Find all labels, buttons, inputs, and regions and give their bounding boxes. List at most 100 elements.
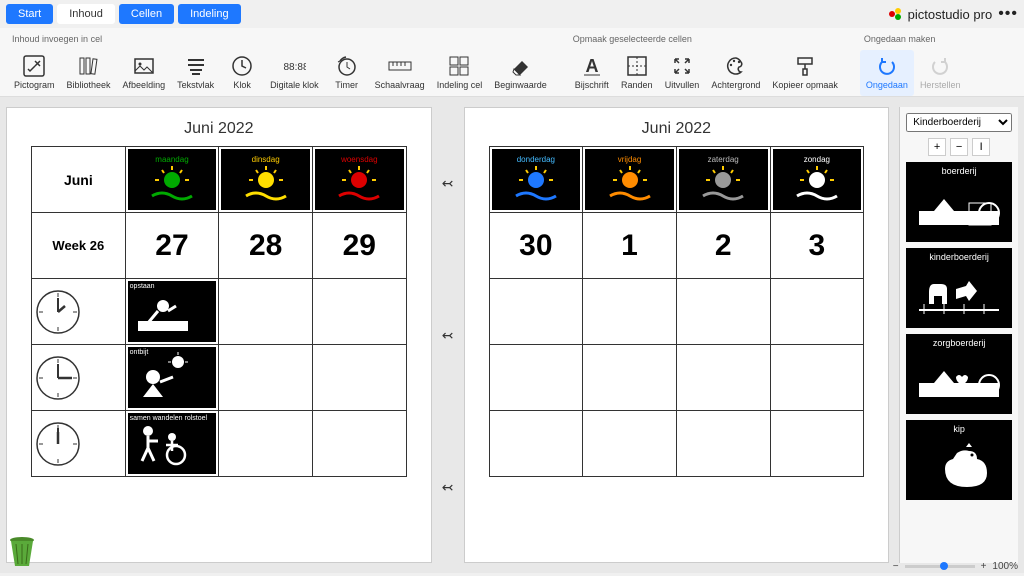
- empty-cell[interactable]: [219, 279, 313, 345]
- day-vrijdag[interactable]: vrijdag: [583, 147, 677, 213]
- empty-cell[interactable]: [312, 345, 406, 411]
- randen-button[interactable]: Randen: [615, 50, 659, 96]
- zoom-out-button[interactable]: −: [950, 138, 968, 156]
- empty-cell[interactable]: [583, 279, 677, 345]
- empty-cell[interactable]: [312, 279, 406, 345]
- ongedaan-button[interactable]: Ongedaan: [860, 50, 914, 96]
- sun-icon: [334, 164, 384, 204]
- palette-icon: [724, 54, 748, 78]
- empty-cell[interactable]: [770, 279, 864, 345]
- picto-zorgboerderij[interactable]: zorgboerderij: [906, 334, 1012, 414]
- activity-opstaan[interactable]: opstaan: [125, 279, 219, 345]
- day-dinsdag[interactable]: dinsdag: [219, 147, 313, 213]
- bibliotheek-button[interactable]: Bibliotheek: [61, 50, 117, 96]
- clock-cell-1[interactable]: [32, 279, 126, 345]
- day-woensdag[interactable]: woensdag: [312, 147, 406, 213]
- borders-icon: [625, 54, 649, 78]
- tab-start[interactable]: Start: [6, 4, 53, 24]
- expand-icon: [670, 54, 694, 78]
- date-30[interactable]: 30: [489, 213, 583, 279]
- tab-indeling[interactable]: Indeling: [178, 4, 241, 24]
- petting-zoo-icon: [910, 264, 1008, 324]
- indeling-cel-button[interactable]: Indeling cel: [431, 50, 489, 96]
- klok-button[interactable]: Klok: [220, 50, 264, 96]
- timer-button[interactable]: Timer: [325, 50, 369, 96]
- date-1[interactable]: 1: [583, 213, 677, 279]
- picto-kinderboerderij[interactable]: kinderboerderij: [906, 248, 1012, 328]
- sun-icon: [511, 164, 561, 204]
- empty-cell[interactable]: [219, 411, 313, 477]
- day-donderdag[interactable]: donderdag: [489, 147, 583, 213]
- clock-cell-2[interactable]: [32, 345, 126, 411]
- date-3[interactable]: 3: [770, 213, 864, 279]
- tab-inhoud[interactable]: Inhoud: [57, 4, 115, 24]
- toolbar: Inhoud invoegen in cel Pictogram Bibliot…: [0, 28, 1024, 97]
- picto-boerderij[interactable]: boerderij: [906, 162, 1012, 242]
- analog-clock-icon: [34, 420, 82, 468]
- zoom-plus[interactable]: +: [981, 561, 987, 572]
- pictogram-button[interactable]: Pictogram: [8, 50, 61, 96]
- empty-cell[interactable]: [770, 345, 864, 411]
- herstellen-button[interactable]: Herstellen: [914, 50, 967, 96]
- schaalvraag-button[interactable]: Schaalvraag: [369, 50, 431, 96]
- sun-icon: [147, 164, 197, 204]
- empty-cell[interactable]: [676, 345, 770, 411]
- date-29[interactable]: 29: [312, 213, 406, 279]
- activity-wandelen[interactable]: samen wandelen rolstoel: [125, 411, 219, 477]
- beginwaarde-button[interactable]: Beginwaarde: [488, 50, 553, 96]
- empty-cell[interactable]: [489, 411, 583, 477]
- date-2[interactable]: 2: [676, 213, 770, 279]
- empty-cell[interactable]: [676, 411, 770, 477]
- picto-kip[interactable]: kip: [906, 420, 1012, 500]
- page-left[interactable]: Juni 2022 Juni maandag dinsdag woensdag …: [6, 107, 432, 563]
- day-maandag[interactable]: maandag: [125, 147, 219, 213]
- digitale-klok-button[interactable]: 88:88Digitale klok: [264, 50, 325, 96]
- category-select[interactable]: Kinderboerderij: [906, 113, 1012, 132]
- row-header-week[interactable]: Week 26: [32, 213, 126, 279]
- day-zaterdag[interactable]: zaterdag: [676, 147, 770, 213]
- zoom-slider[interactable]: [905, 565, 975, 568]
- row-header-month[interactable]: Juni: [32, 147, 126, 213]
- empty-cell[interactable]: [770, 411, 864, 477]
- analog-clock-icon: [34, 354, 82, 402]
- empty-cell[interactable]: [583, 345, 677, 411]
- menu-dots-icon[interactable]: •••: [998, 5, 1018, 23]
- clock-icon: [230, 54, 254, 78]
- empty-cell[interactable]: [583, 411, 677, 477]
- clock-cell-3[interactable]: [32, 411, 126, 477]
- library-icon: [77, 54, 101, 78]
- tekstvlak-button[interactable]: Tekstvlak: [171, 50, 220, 96]
- sun-icon: [792, 164, 842, 204]
- achtergrond-button[interactable]: Achtergrond: [705, 50, 766, 96]
- tab-cellen[interactable]: Cellen: [119, 4, 174, 24]
- brand-name: pictostudio pro: [908, 7, 993, 22]
- farm-icon: [910, 178, 1008, 238]
- page-right[interactable]: Juni 2022 donderdag vrijdag zaterdag zon…: [464, 107, 890, 563]
- activity-ontbijt[interactable]: ontbijt: [125, 345, 219, 411]
- toolbar-group3-label: Ongedaan maken: [860, 32, 967, 50]
- empty-cell[interactable]: [489, 279, 583, 345]
- kopieer-opmaak-button[interactable]: Kopieer opmaak: [766, 50, 844, 96]
- afbeelding-button[interactable]: Afbeelding: [117, 50, 172, 96]
- date-27[interactable]: 27: [125, 213, 219, 279]
- bijschrift-button[interactable]: ABijschrift: [569, 50, 615, 96]
- svg-text:A: A: [585, 56, 598, 76]
- date-28[interactable]: 28: [219, 213, 313, 279]
- uitvullen-button[interactable]: Uitvullen: [659, 50, 706, 96]
- empty-cell[interactable]: [219, 345, 313, 411]
- empty-cell[interactable]: [312, 411, 406, 477]
- timer-icon: [335, 54, 359, 78]
- image-icon: [132, 54, 156, 78]
- text-cursor-button[interactable]: I: [972, 138, 990, 156]
- format-painter-icon: [793, 54, 817, 78]
- zoom-minus[interactable]: −: [893, 561, 899, 572]
- day-zondag[interactable]: zondag: [770, 147, 864, 213]
- pictogram-icon: [22, 54, 46, 78]
- trash-icon[interactable]: [6, 534, 38, 570]
- empty-cell[interactable]: [676, 279, 770, 345]
- empty-cell[interactable]: [489, 345, 583, 411]
- page-divider: ↢↢↢: [442, 107, 454, 563]
- redo-icon: [928, 54, 952, 78]
- zoom-in-button[interactable]: +: [928, 138, 946, 156]
- caption-icon: A: [580, 54, 604, 78]
